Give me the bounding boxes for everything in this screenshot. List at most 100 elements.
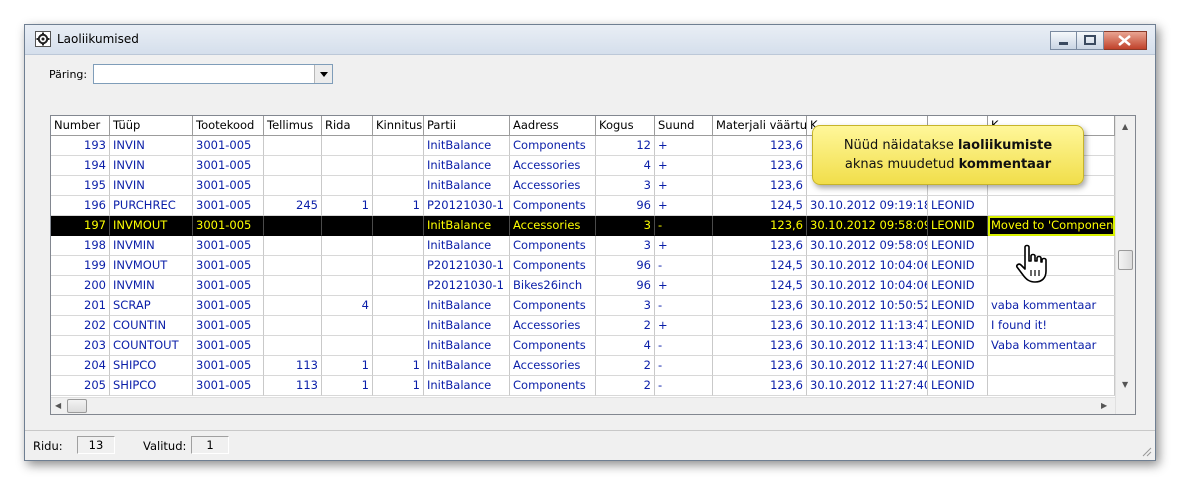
cell-batch[interactable]: InitBalance	[424, 156, 510, 176]
cell-address[interactable]: Bikes26inch	[510, 276, 596, 296]
title-bar[interactable]: Laoliikumised	[25, 25, 1155, 55]
cell-number[interactable]: 197	[51, 216, 110, 236]
cell-date[interactable]: 30.10.2012 10:04:06	[807, 276, 928, 296]
cell-order[interactable]	[264, 316, 322, 336]
cell-code[interactable]: 3001-005	[193, 236, 264, 256]
cell-order[interactable]	[264, 256, 322, 276]
table-row[interactable]: 197 INVMOUT 3001-005 InitBalance Accessories…	[51, 216, 1115, 236]
cell-qty[interactable]: 3	[596, 216, 655, 236]
cell-comment[interactable]	[988, 256, 1115, 276]
cell-line[interactable]: 4	[322, 296, 373, 316]
cell-comment[interactable]: I found it!	[988, 316, 1115, 336]
cell-confirm[interactable]	[373, 156, 424, 176]
cell-dir[interactable]: -	[655, 216, 713, 236]
cell-qty[interactable]: 4	[596, 336, 655, 356]
cell-qty[interactable]: 12	[596, 136, 655, 156]
cell-order[interactable]	[264, 176, 322, 196]
cell-value[interactable]: 123,6	[713, 296, 807, 316]
cell-comment[interactable]	[988, 376, 1115, 396]
cell-confirm[interactable]: 1	[373, 196, 424, 216]
cell-order[interactable]: 113	[264, 356, 322, 376]
col-header[interactable]: Tellimus	[264, 116, 322, 136]
cell-comment[interactable]: Vaba kommentaar	[988, 336, 1115, 356]
cell-type[interactable]: SHIPCO	[110, 376, 193, 396]
cell-address[interactable]: Components	[510, 336, 596, 356]
cell-code[interactable]: 3001-005	[193, 216, 264, 236]
minimize-button[interactable]	[1050, 31, 1077, 50]
cell-confirm[interactable]: 1	[373, 356, 424, 376]
cell-value[interactable]: 123,6	[713, 336, 807, 356]
cell-value[interactable]: 124,5	[713, 256, 807, 276]
scroll-down-icon[interactable]: ▼	[1122, 380, 1128, 389]
horizontal-scroll-thumb[interactable]	[67, 399, 87, 413]
cell-type[interactable]: INVMOUT	[110, 216, 193, 236]
cell-value[interactable]: 123,6	[713, 316, 807, 336]
col-header[interactable]: Partii	[424, 116, 510, 136]
cell-number[interactable]: 205	[51, 376, 110, 396]
cell-value[interactable]: 123,6	[713, 376, 807, 396]
cell-qty[interactable]: 3	[596, 296, 655, 316]
cell-type[interactable]: SCRAP	[110, 296, 193, 316]
cell-value[interactable]: 123,6	[713, 176, 807, 196]
cell-order[interactable]: 113	[264, 376, 322, 396]
cell-qty[interactable]: 2	[596, 316, 655, 336]
cell-code[interactable]: 3001-005	[193, 136, 264, 156]
cell-batch[interactable]: InitBalance	[424, 176, 510, 196]
cell-order[interactable]	[264, 216, 322, 236]
col-header[interactable]: Number	[51, 116, 110, 136]
cell-batch[interactable]: InitBalance	[424, 316, 510, 336]
cell-dir[interactable]: +	[655, 236, 713, 256]
cell-dir[interactable]: +	[655, 276, 713, 296]
cell-confirm[interactable]	[373, 336, 424, 356]
cell-address[interactable]: Components	[510, 196, 596, 216]
cell-number[interactable]: 196	[51, 196, 110, 216]
cell-line[interactable]: 1	[322, 376, 373, 396]
scroll-up-icon[interactable]: ▲	[1122, 122, 1128, 131]
cell-user[interactable]: LEONID	[928, 356, 988, 376]
scroll-right-icon[interactable]: ▶	[1101, 401, 1107, 410]
table-row[interactable]: 204 SHIPCO 3001-005 113 1 1 InitBalance Accesso…	[51, 356, 1115, 376]
query-dropdown-button[interactable]	[314, 65, 332, 83]
col-header[interactable]: Tootekood	[193, 116, 264, 136]
cell-address[interactable]: Accessories	[510, 316, 596, 336]
cell-value[interactable]: 123,6	[713, 356, 807, 376]
cell-date[interactable]: 30.10.2012 10:50:52	[807, 296, 928, 316]
close-button[interactable]	[1104, 31, 1147, 50]
cell-code[interactable]: 3001-005	[193, 376, 264, 396]
table-row[interactable]: 203 COUNTOUT 3001-005 InitBalance Components…	[51, 336, 1115, 356]
cell-type[interactable]: INVMIN	[110, 236, 193, 256]
cell-date[interactable]: 30.10.2012 11:13:47	[807, 336, 928, 356]
cell-user[interactable]: LEONID	[928, 376, 988, 396]
cell-comment[interactable]: Moved to 'Components'	[988, 216, 1115, 236]
cell-comment[interactable]: vaba kommentaar	[988, 296, 1115, 316]
cell-number[interactable]: 195	[51, 176, 110, 196]
cell-code[interactable]: 3001-005	[193, 256, 264, 276]
cell-user[interactable]: LEONID	[928, 296, 988, 316]
cell-confirm[interactable]	[373, 316, 424, 336]
cell-dir[interactable]: +	[655, 156, 713, 176]
cell-number[interactable]: 200	[51, 276, 110, 296]
cell-address[interactable]: Components	[510, 296, 596, 316]
cell-order[interactable]: 245	[264, 196, 322, 216]
cell-line[interactable]	[322, 316, 373, 336]
maximize-button[interactable]	[1077, 31, 1104, 50]
cell-code[interactable]: 3001-005	[193, 316, 264, 336]
cell-order[interactable]	[264, 236, 322, 256]
cell-comment[interactable]	[988, 356, 1115, 376]
cell-confirm[interactable]: 1	[373, 376, 424, 396]
col-header[interactable]: Suund	[655, 116, 713, 136]
cell-batch[interactable]: InitBalance	[424, 376, 510, 396]
cell-value[interactable]: 123,6	[713, 156, 807, 176]
cell-type[interactable]: INVIN	[110, 156, 193, 176]
cell-dir[interactable]: +	[655, 316, 713, 336]
cell-batch[interactable]: P20121030-1	[424, 256, 510, 276]
cell-number[interactable]: 199	[51, 256, 110, 276]
scroll-left-icon[interactable]: ◀	[55, 401, 61, 410]
cell-line[interactable]	[322, 176, 373, 196]
cell-line[interactable]	[322, 276, 373, 296]
cell-number[interactable]: 202	[51, 316, 110, 336]
col-header[interactable]: Rida	[322, 116, 373, 136]
cell-code[interactable]: 3001-005	[193, 176, 264, 196]
cell-qty[interactable]: 4	[596, 156, 655, 176]
cell-batch[interactable]: InitBalance	[424, 356, 510, 376]
